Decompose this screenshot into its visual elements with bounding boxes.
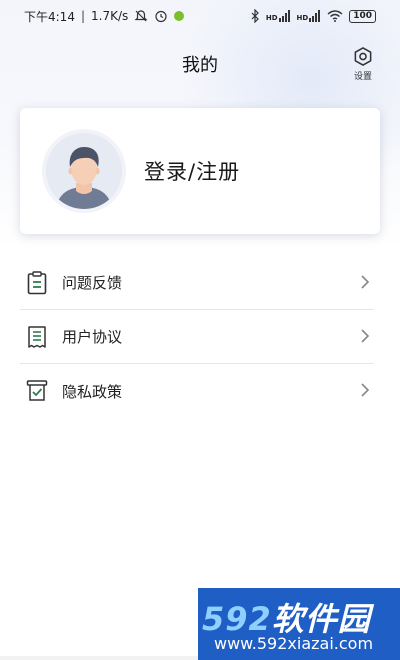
menu-item-label: 问题反馈: [62, 274, 123, 292]
menu-item-user-agreement[interactable]: 用户协议: [20, 310, 374, 364]
profile-card[interactable]: 登录/注册: [20, 108, 380, 234]
settings-button[interactable]: 设置: [346, 46, 380, 82]
app-notification-icon: [174, 11, 185, 21]
watermark-url: www.592xiazai.com: [214, 634, 374, 653]
chevron-right-icon: [361, 275, 370, 289]
page-header: 我的: [0, 44, 400, 84]
default-avatar-icon: [46, 133, 122, 209]
menu-item-label: 隐私政策: [62, 382, 123, 401]
gear-icon: [354, 47, 372, 66]
signal-icon: [309, 10, 321, 22]
page-title: 我的: [182, 55, 218, 76]
signal-icon: [278, 10, 290, 22]
menu-item-label: 用户协议: [62, 328, 123, 346]
bluetooth-icon: [251, 9, 259, 23]
shield-check-icon: [26, 380, 48, 401]
network-speed: 1.7K/s: [91, 9, 129, 23]
signal-hd-2: HD: [297, 10, 322, 22]
status-time: 下午4:14: [24, 9, 75, 24]
alarm-icon: [155, 10, 167, 23]
settings-label: 设置: [353, 72, 372, 82]
avatar[interactable]: [46, 133, 122, 209]
chevron-right-icon: [361, 329, 370, 343]
login-register-link[interactable]: 登录/注册: [144, 156, 240, 186]
menu-item-feedback[interactable]: 问题反馈: [20, 256, 374, 310]
mute-icon: [134, 10, 148, 22]
wifi-icon: [327, 10, 343, 22]
menu-list: 问题反馈 用户协议 隐私政策: [20, 256, 374, 418]
battery-indicator: 100: [349, 9, 376, 23]
watermark-banner: 592软件园 www.592xiazai.com: [198, 588, 400, 660]
document-list-icon: [28, 325, 46, 348]
status-separator: |: [80, 9, 85, 23]
clipboard-icon: [27, 270, 47, 294]
status-bar: 下午4:14 | 1.7K/s HD HD 100: [0, 0, 400, 32]
menu-item-privacy-policy[interactable]: 隐私政策: [20, 364, 374, 418]
signal-hd-1: HD: [266, 10, 291, 22]
bottom-nav-edge: [0, 656, 200, 660]
chevron-right-icon: [361, 383, 370, 397]
